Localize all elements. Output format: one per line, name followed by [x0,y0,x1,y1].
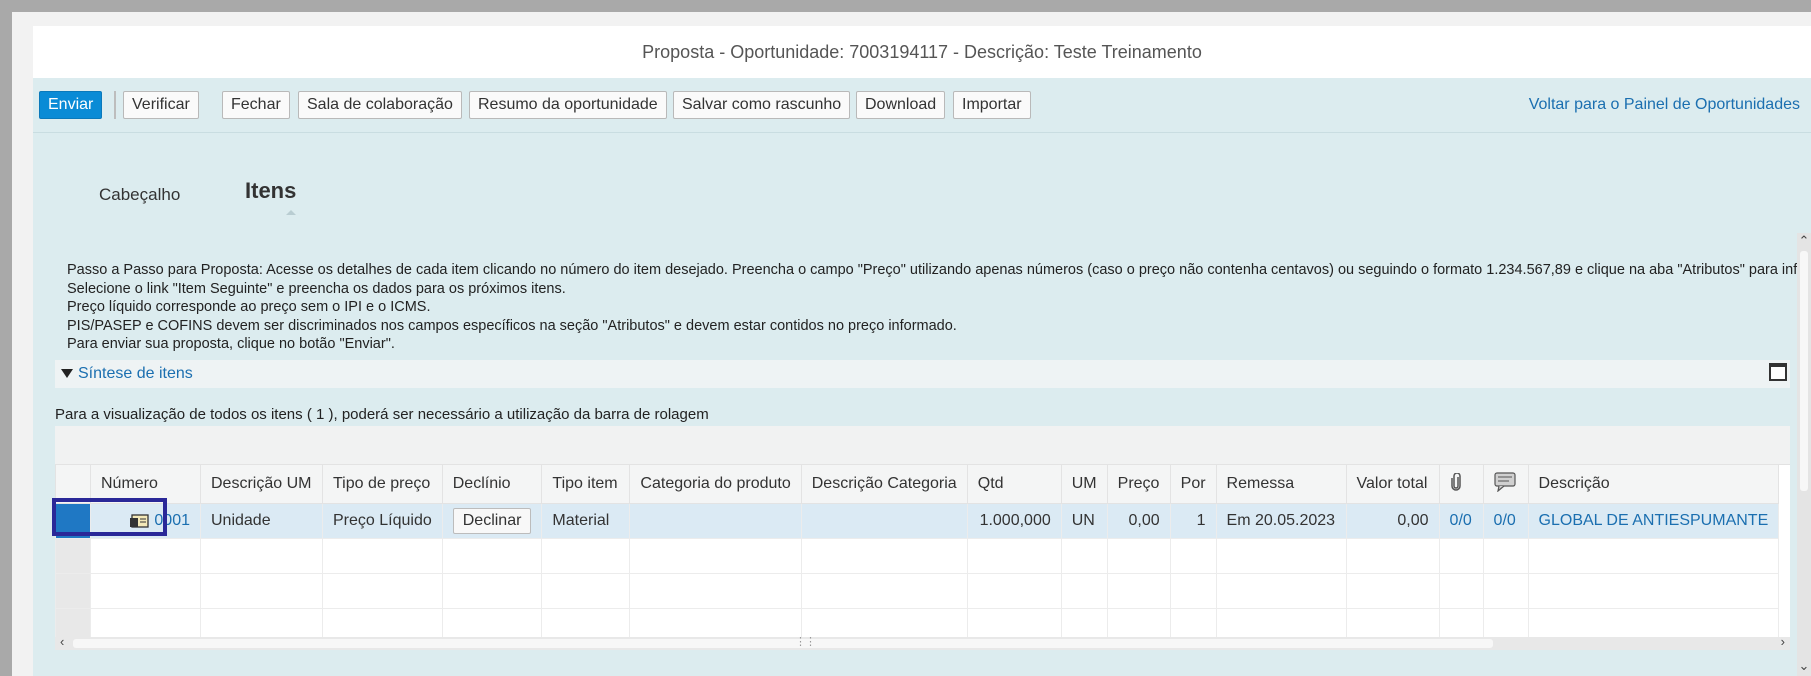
table-row-empty [55,573,1780,609]
header-numero[interactable]: Número [90,464,201,504]
header-valor-total[interactable]: Valor total [1345,464,1440,504]
header-declinio[interactable]: Declínio [441,464,543,504]
items-summary-title[interactable]: Síntese de itens [78,365,193,383]
cell-remessa: Em 20.05.2023 [1215,503,1347,539]
cell-qtd: 1.000,000 [966,503,1062,539]
cell-tipo-item: Material [541,503,631,539]
header-qtd[interactable]: Qtd [966,464,1062,504]
header-por[interactable]: Por [1169,464,1217,504]
cell-um: UN [1060,503,1108,539]
horizontal-scroll-thumb[interactable] [73,639,1493,648]
comments-link[interactable]: 0/0 [1482,503,1529,539]
header-remessa[interactable]: Remessa [1215,464,1347,504]
header-preco[interactable]: Preço [1106,464,1171,504]
row-selector [55,573,91,609]
items-table: Número Descrição UM Tipo de preço Declín… [55,426,1790,650]
cell-desc-um: Unidade [200,503,323,539]
scroll-grip-icon: ⋮⋮ [795,636,816,648]
description-link[interactable]: GLOBAL DE ANTIESPUMANTE [1527,503,1780,539]
cell-declinio: Declinar [441,503,543,539]
cell-tipo-preco: Preço Líquido [322,503,443,539]
scroll-up-icon[interactable]: ⌃ [1797,233,1811,249]
cell-valor-total: 0,00 [1345,503,1440,539]
maximize-panel-icon[interactable] [1769,363,1787,381]
header-selector [55,464,91,504]
header-attachments[interactable] [1438,464,1484,504]
horizontal-scrollbar[interactable]: ‹ ⋮⋮ › [55,634,1790,650]
collapse-triangle-icon[interactable] [61,369,73,378]
paperclip-icon [1450,471,1461,491]
table-row-empty [55,538,1780,574]
vertical-scroll-thumb[interactable] [1800,251,1808,491]
cell-preco: 0,00 [1106,503,1171,539]
header-tipo-preco[interactable]: Tipo de preço [322,464,443,504]
table-header-row: Número Descrição UM Tipo de preço Declín… [55,464,1780,504]
items-summary-header[interactable]: Síntese de itens [55,360,1790,388]
header-comments[interactable] [1482,464,1529,504]
comment-icon [1493,471,1516,493]
scroll-note: Para a visualização de todos os itens ( … [55,406,709,423]
items-grid: Número Descrição UM Tipo de preço Declín… [55,464,1780,644]
table-row[interactable]: 0001 Unidade Preço Líquido Declinar Mate… [55,503,1780,539]
cell-por: 1 [1169,503,1217,539]
table-toolbar [55,426,1790,465]
vertical-scrollbar[interactable]: ⌃ ⌄ [1797,233,1811,676]
item-detail-icon [130,514,150,528]
header-um[interactable]: UM [1060,464,1108,504]
header-desc-categoria[interactable]: Descrição Categoria [800,464,968,504]
item-number-link[interactable]: 0001 [154,512,190,529]
attachments-link[interactable]: 0/0 [1438,503,1484,539]
cell-desc-categoria [800,503,968,539]
cell-categoria [629,503,802,539]
header-tipo-item[interactable]: Tipo item [541,464,631,504]
decline-button[interactable]: Declinar [452,508,532,534]
scroll-down-icon[interactable]: ⌄ [1797,658,1811,674]
row-selector[interactable] [55,503,91,539]
row-selector [55,538,91,574]
header-descricao[interactable]: Descrição [1527,464,1780,504]
header-desc-um[interactable]: Descrição UM [200,464,323,504]
scroll-right-icon[interactable]: › [1781,634,1785,649]
header-categoria[interactable]: Categoria do produto [629,464,802,504]
scroll-left-icon[interactable]: ‹ [60,634,64,649]
cell-numero[interactable]: 0001 [90,503,201,539]
